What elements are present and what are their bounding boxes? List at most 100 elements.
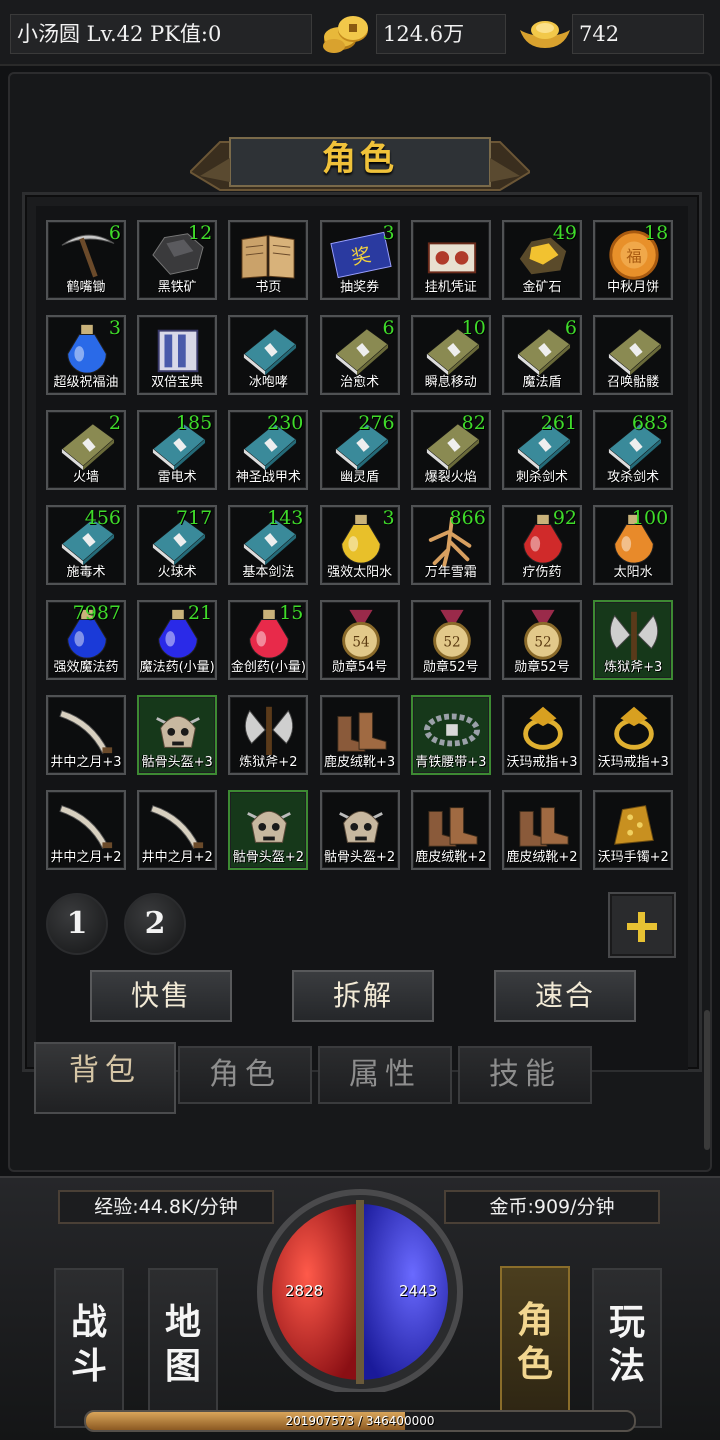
item-slot[interactable]: 230 神圣战甲术 [228, 410, 309, 490]
item-slot[interactable]: 143 基本剑法 [228, 505, 309, 585]
item-slot[interactable]: 92 疗伤药 [502, 505, 582, 585]
hp-value: 2828 [285, 1282, 324, 1300]
tab-role[interactable]: 角色 [178, 1046, 312, 1104]
item-slot[interactable]: 10 瞬息移动 [410, 315, 491, 395]
item-slot[interactable]: 沃玛手镯+2 [593, 790, 674, 870]
item-slot[interactable]: 井中之月+2 [137, 790, 218, 870]
exp-rate: 经验:44.8K/分钟 [58, 1190, 274, 1224]
nav-role-button[interactable]: 角 色 [500, 1266, 570, 1426]
item-slot[interactable]: 炼狱斧+2 [228, 695, 309, 775]
page-2-button[interactable]: 2 [124, 893, 186, 955]
item-count: 143 [267, 507, 304, 529]
item-slot[interactable]: 井中之月+2 [46, 790, 126, 870]
item-slot[interactable]: 沃玛戒指+3 [502, 695, 582, 775]
item-slot[interactable]: 49 金矿石 [502, 220, 582, 300]
nav-play-button[interactable]: 玩 法 [592, 1268, 662, 1428]
item-slot[interactable]: 185 雷电术 [137, 410, 218, 490]
nav-map-button[interactable]: 地 图 [148, 1268, 218, 1428]
item-name: 勋章52号 [514, 660, 570, 675]
item-slot[interactable]: 沃玛戒指+3 [593, 695, 674, 775]
voucher-icon [427, 242, 476, 274]
item-slot[interactable]: 3 超级祝福油 [46, 315, 126, 395]
item-name: 疗伤药 [522, 565, 562, 580]
book-teal-icon [243, 328, 298, 376]
item-slot[interactable]: 100 太阳水 [593, 505, 674, 585]
item-slot[interactable]: 261 刺杀剑术 [502, 410, 582, 490]
item-name: 黑铁矿 [157, 280, 197, 295]
item-slot[interactable]: 866 万年雪霜 [410, 505, 491, 585]
item-name: 幽灵盾 [340, 470, 380, 485]
item-name: 书页 [255, 280, 282, 295]
blade-icon [59, 805, 113, 849]
item-count: 21 [188, 602, 213, 624]
item-slot[interactable]: 717 火球术 [137, 505, 218, 585]
item-slot[interactable]: 3 强效太阳水 [319, 505, 400, 585]
item-slot[interactable]: 鹿皮绒靴+2 [410, 790, 491, 870]
page-1-button[interactable]: 1 [46, 893, 108, 955]
tab-skills[interactable]: 技能 [458, 1046, 592, 1104]
skull-helm-icon [247, 810, 292, 843]
item-slot[interactable]: 鹿皮绒靴+2 [502, 790, 582, 870]
item-slot[interactable]: 冰咆哮 [228, 315, 309, 395]
item-slot[interactable]: 54 勋章54号 [319, 600, 400, 680]
item-slot[interactable]: 82 爆裂火焰 [410, 410, 491, 490]
nav-battle-button[interactable]: 战 斗 [54, 1268, 124, 1428]
item-name: 双倍宝典 [151, 375, 204, 390]
item-name: 井中之月+2 [141, 850, 213, 865]
item-slot[interactable]: 6 治愈术 [319, 315, 400, 395]
item-name: 魔法盾 [522, 375, 562, 390]
item-slot[interactable]: 鹿皮绒靴+3 [319, 695, 400, 775]
item-count: 2 [108, 412, 121, 434]
item-slot[interactable]: 456 施毒术 [46, 505, 126, 585]
item-name: 炼狱斧+3 [604, 660, 663, 675]
svg-text:52: 52 [534, 635, 551, 651]
item-slot[interactable]: 炼狱斧+3 [593, 600, 674, 680]
item-slot[interactable]: 挂机凭证 [410, 220, 491, 300]
item-slot[interactable]: 6 魔法盾 [502, 315, 582, 395]
item-slot[interactable]: 6 鹤嘴锄 [46, 220, 126, 300]
nav-role-label-1: 角 [516, 1299, 553, 1341]
nav-play-label-1: 玩 [608, 1301, 645, 1343]
item-count: 866 [449, 507, 486, 529]
tab-attributes[interactable]: 属性 [318, 1046, 452, 1104]
item-slot[interactable]: 青铁腰带+3 [410, 695, 491, 775]
item-slot[interactable]: 福 18 中秋月饼 [593, 220, 674, 300]
book-open-icon [241, 235, 295, 279]
item-slot[interactable]: 2 火墙 [46, 410, 126, 490]
item-slot[interactable]: 7987 强效魔法药 [46, 600, 126, 680]
item-slot[interactable]: 骷骨头盔+2 [228, 790, 309, 870]
item-count: 230 [267, 412, 304, 434]
item-slot[interactable]: 奖 3 抽奖券 [319, 220, 400, 300]
item-count: 683 [631, 412, 669, 434]
nav-map-label-2: 图 [164, 1345, 201, 1387]
item-slot[interactable]: 683 攻杀剑术 [593, 410, 674, 490]
item-slot[interactable]: 12 黑铁矿 [137, 220, 218, 300]
item-slot[interactable]: 骷骨头盔+2 [319, 790, 400, 870]
item-slot[interactable]: 双倍宝典 [137, 315, 218, 395]
item-slot[interactable]: 21 魔法药(小量) [137, 600, 218, 680]
item-name: 神圣战甲术 [235, 470, 301, 485]
item-count: 7987 [72, 602, 121, 624]
dismantle-button[interactable]: 拆解 [292, 970, 434, 1022]
item-slot[interactable]: 52 勋章52号 [502, 600, 582, 680]
item-name: 攻杀剑术 [607, 470, 660, 485]
item-slot[interactable]: 书页 [228, 220, 309, 300]
item-slot[interactable]: 52 勋章52号 [410, 600, 491, 680]
svg-text:福: 福 [626, 248, 641, 266]
quick-sell-button[interactable]: 快售 [90, 970, 232, 1022]
item-slot[interactable]: 276 幽灵盾 [319, 410, 400, 490]
expand-bag-button[interactable] [608, 892, 676, 958]
combine-button[interactable]: 速合 [494, 970, 636, 1022]
item-name: 井中之月+3 [50, 755, 122, 770]
item-count: 3 [382, 507, 395, 529]
item-slot[interactable]: 骷骨头盔+3 [137, 695, 218, 775]
item-name: 瞬息移动 [424, 375, 477, 390]
scrollbar[interactable] [704, 1010, 710, 1150]
item-slot[interactable]: 15 金创药(小量) [228, 600, 309, 680]
tab-bag[interactable]: 背包 [34, 1042, 176, 1114]
item-name: 基本剑法 [242, 565, 295, 580]
item-slot[interactable]: 井中之月+3 [46, 695, 126, 775]
item-slot[interactable]: 召唤骷髅 [593, 315, 674, 395]
item-name: 骷骨头盔+2 [232, 850, 304, 865]
axe-icon [610, 611, 659, 661]
